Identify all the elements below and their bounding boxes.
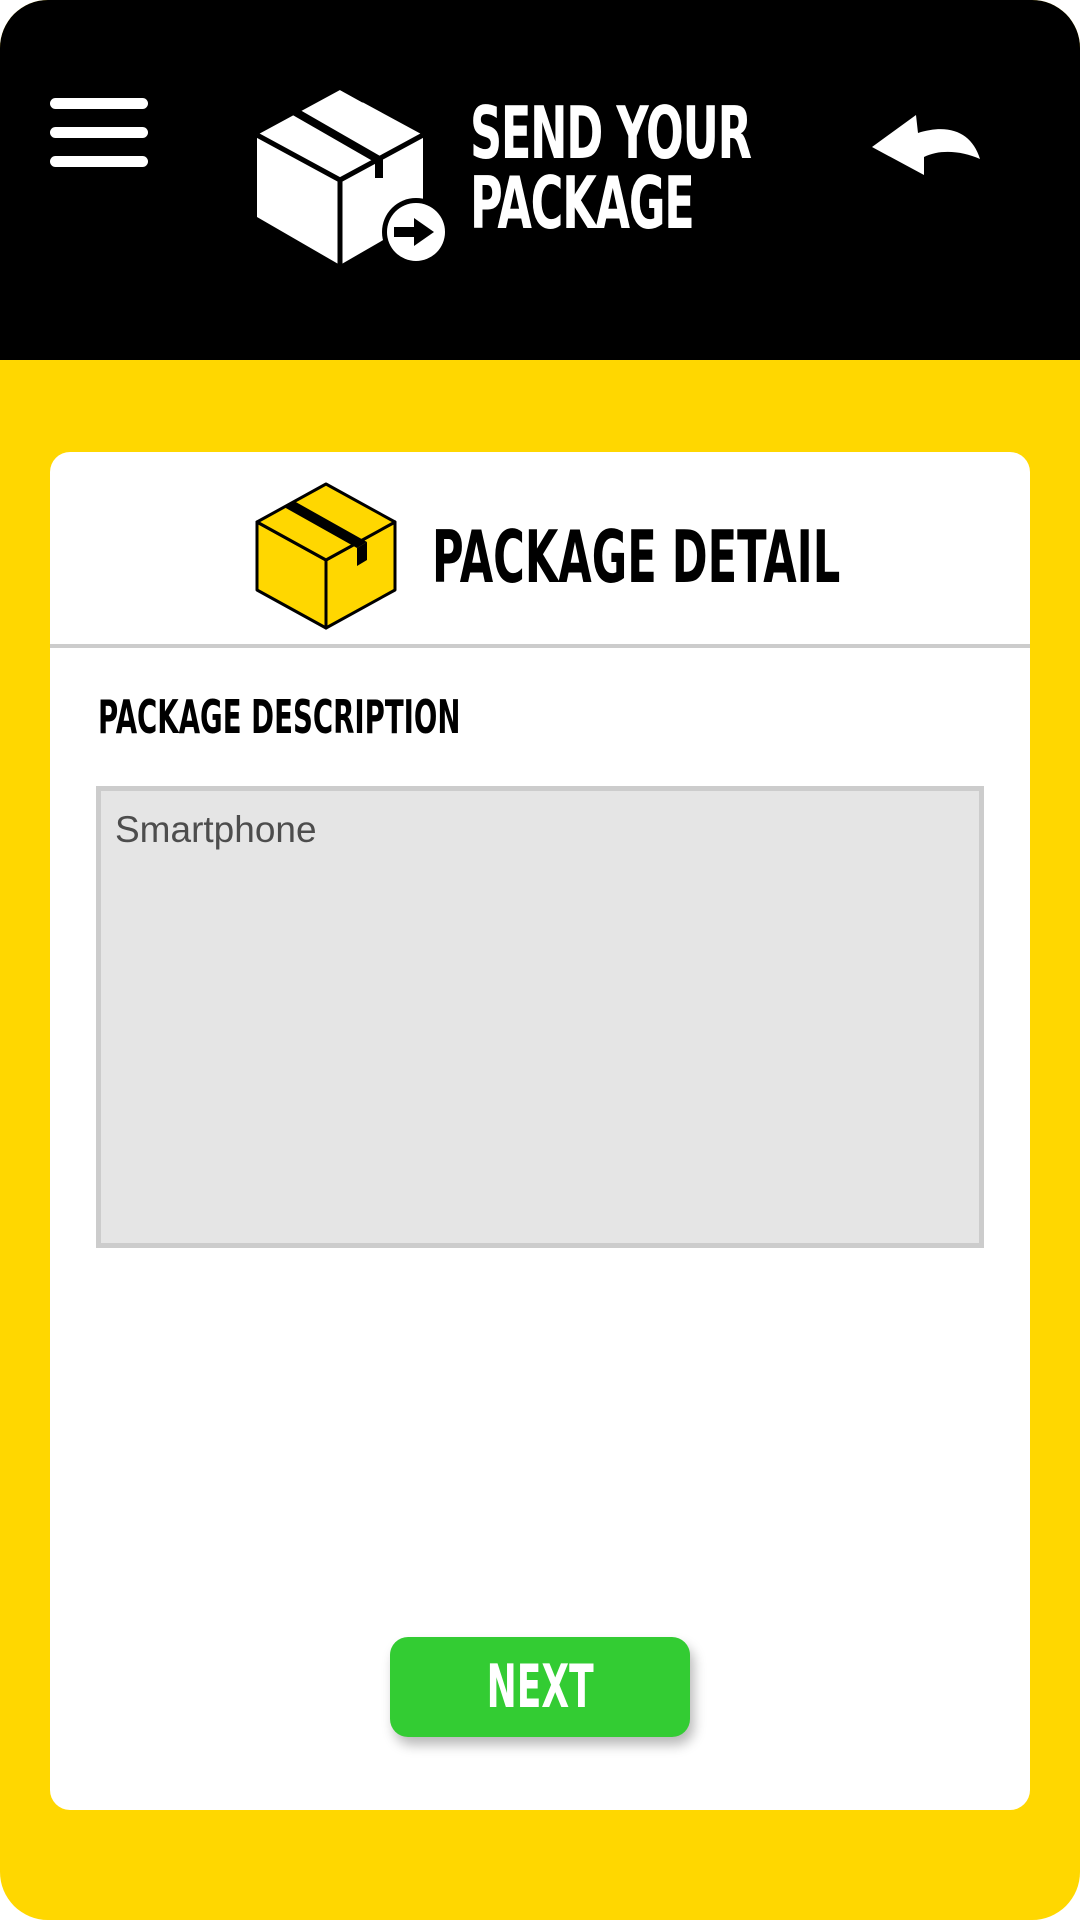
package-description-label: PACKAGE DESCRIPTION bbox=[98, 690, 461, 744]
app-title-line1: SEND YOUR bbox=[470, 91, 752, 175]
back-arrow-icon[interactable] bbox=[872, 115, 984, 185]
next-button[interactable]: NEXT bbox=[390, 1637, 690, 1737]
card-title: PACKAGE DETAIL bbox=[432, 515, 841, 599]
app-header: SEND YOUR PACKAGE bbox=[0, 0, 1080, 360]
package-box-icon bbox=[255, 482, 397, 630]
app-screen: SEND YOUR PACKAGE PACKAGE DETAIL PACKAGE… bbox=[0, 0, 1080, 1920]
hamburger-menu-icon[interactable] bbox=[44, 90, 154, 175]
package-description-input[interactable]: Smartphone bbox=[96, 786, 984, 1248]
app-title: SEND YOUR PACKAGE bbox=[470, 91, 752, 245]
next-button-label: NEXT bbox=[486, 1652, 594, 1722]
app-title-line2: PACKAGE bbox=[470, 161, 695, 245]
card-header: PACKAGE DETAIL bbox=[50, 452, 1030, 646]
package-detail-card: PACKAGE DETAIL PACKAGE DESCRIPTION Smart… bbox=[50, 452, 1030, 1810]
card-divider bbox=[50, 644, 1030, 648]
package-send-icon bbox=[255, 82, 450, 266]
